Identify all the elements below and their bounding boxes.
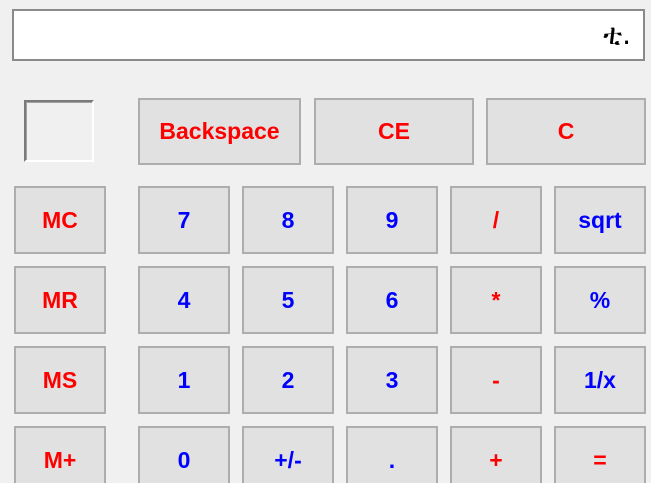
minus-button[interactable]: -	[450, 346, 542, 414]
sign-toggle-button[interactable]: +/-	[242, 426, 334, 483]
digit-1-button[interactable]: 1	[138, 346, 230, 414]
percent-button[interactable]: %	[554, 266, 646, 334]
multiply-button[interactable]: *	[450, 266, 542, 334]
memory-recall-button[interactable]: MR	[14, 266, 106, 334]
digit-9-button[interactable]: 9	[346, 186, 438, 254]
digit-2-button[interactable]: 2	[242, 346, 334, 414]
digit-4-button[interactable]: 4	[138, 266, 230, 334]
digit-5-button[interactable]: 5	[242, 266, 334, 334]
digit-8-button[interactable]: 8	[242, 186, 334, 254]
decimal-point-button[interactable]: .	[346, 426, 438, 483]
divide-button[interactable]: /	[450, 186, 542, 254]
result-display: ቲ.	[12, 9, 645, 61]
sqrt-button[interactable]: sqrt	[554, 186, 646, 254]
clear-entry-button[interactable]: CE	[314, 98, 474, 165]
calculator-window: ቲ. Backspace CE C MC 7 8 9 / sqrt MR 4 5…	[0, 0, 651, 483]
reciprocal-button[interactable]: 1/x	[554, 346, 646, 414]
memory-indicator	[24, 100, 94, 162]
memory-add-button[interactable]: M+	[14, 426, 106, 483]
backspace-button[interactable]: Backspace	[138, 98, 301, 165]
plus-button[interactable]: +	[450, 426, 542, 483]
digit-7-button[interactable]: 7	[138, 186, 230, 254]
equals-button[interactable]: =	[554, 426, 646, 483]
memory-store-button[interactable]: MS	[14, 346, 106, 414]
digit-6-button[interactable]: 6	[346, 266, 438, 334]
digit-0-button[interactable]: 0	[138, 426, 230, 483]
memory-clear-button[interactable]: MC	[14, 186, 106, 254]
display-value: ቲ.	[603, 18, 631, 51]
clear-button[interactable]: C	[486, 98, 646, 165]
digit-3-button[interactable]: 3	[346, 346, 438, 414]
